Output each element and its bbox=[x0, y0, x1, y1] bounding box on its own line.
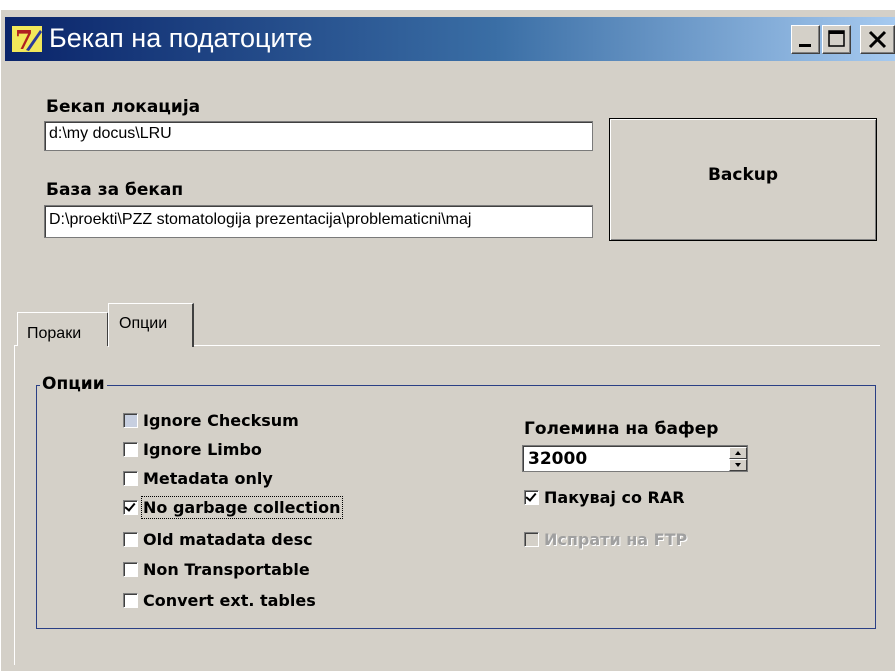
database-input[interactable]: D:\proekti\PZZ stomatologija prezentacij… bbox=[44, 205, 593, 238]
non-transportable-checkbox[interactable]: Non Transportable bbox=[123, 557, 310, 581]
tab-messages[interactable]: Пораки bbox=[17, 312, 109, 346]
metadata-only-checkbox[interactable]: Metadata only bbox=[123, 466, 273, 490]
minimize-button[interactable] bbox=[791, 25, 820, 54]
checkbox-label: Ignore Limbo bbox=[143, 439, 262, 459]
checkbox-icon bbox=[123, 592, 138, 608]
checkbox-icon bbox=[123, 441, 138, 457]
checkbox-label: Испрати на FTP bbox=[544, 529, 688, 549]
buffer-size-label: Големина на бафер bbox=[524, 419, 719, 439]
checkbox-icon bbox=[123, 412, 138, 428]
checkbox-label: Non Transportable bbox=[143, 559, 310, 579]
ignore-limbo-checkbox[interactable]: Ignore Limbo bbox=[123, 437, 262, 461]
checkbox-label: Convert ext. tables bbox=[143, 590, 316, 610]
spin-up-button[interactable] bbox=[729, 447, 747, 459]
checkbox-icon bbox=[123, 470, 138, 486]
no-garbage-collection-checkbox[interactable]: No garbage collection bbox=[123, 495, 343, 519]
close-icon bbox=[868, 30, 887, 49]
checkbox-icon bbox=[123, 531, 138, 547]
tab-options[interactable]: Опции bbox=[108, 303, 194, 347]
old-metadata-desc-checkbox[interactable]: Old matadata desc bbox=[123, 527, 313, 551]
convert-ext-tables-checkbox[interactable]: Convert ext. tables bbox=[123, 588, 316, 612]
checkbox-label: No garbage collection bbox=[141, 495, 343, 519]
checkmark-icon bbox=[524, 489, 539, 505]
checkbox-label: Ignore Checksum bbox=[143, 410, 299, 430]
backup-location-input[interactable]: d:\my docus\LRU bbox=[44, 121, 593, 151]
checkbox-label: Пакувај со RAR bbox=[544, 487, 685, 507]
svg-text:7: 7 bbox=[15, 26, 33, 54]
window-title: Бекап на податоците bbox=[49, 23, 313, 53]
checkbox-icon bbox=[524, 531, 539, 547]
send-ftp-checkbox: Испрати на FTP bbox=[524, 527, 687, 551]
buffer-size-spinner[interactable]: 32000 bbox=[522, 445, 748, 472]
buffer-size-value[interactable]: 32000 bbox=[528, 449, 587, 469]
title-bar[interactable]: 7 Бекап на податоците bbox=[5, 17, 895, 61]
backup-location-label: Бекап локација bbox=[46, 97, 201, 117]
minimize-icon bbox=[799, 44, 811, 47]
pack-rar-checkbox[interactable]: Пакувај со RAR bbox=[524, 485, 685, 509]
options-group-title: Опции bbox=[40, 374, 107, 394]
delphi-app-icon: 7 bbox=[12, 26, 42, 54]
tab-messages-label: Пораки bbox=[27, 325, 82, 342]
arrow-up-icon bbox=[735, 451, 741, 455]
close-button[interactable] bbox=[860, 25, 895, 54]
ignore-checksum-checkbox[interactable]: Ignore Checksum bbox=[123, 408, 299, 432]
maximize-button[interactable] bbox=[822, 25, 851, 54]
database-label: База за бекап bbox=[46, 180, 184, 200]
backup-button[interactable]: Backup bbox=[609, 118, 877, 241]
arrow-down-icon bbox=[735, 463, 741, 467]
maximize-icon bbox=[828, 30, 845, 47]
tab-options-label: Опции bbox=[119, 315, 168, 332]
checkmark-icon bbox=[123, 499, 138, 515]
checkbox-icon bbox=[123, 561, 138, 577]
checkbox-label: Metadata only bbox=[143, 468, 273, 488]
checkbox-label: Old matadata desc bbox=[143, 529, 313, 549]
spin-down-button[interactable] bbox=[729, 459, 747, 471]
backup-button-label: Backup bbox=[707, 164, 779, 185]
